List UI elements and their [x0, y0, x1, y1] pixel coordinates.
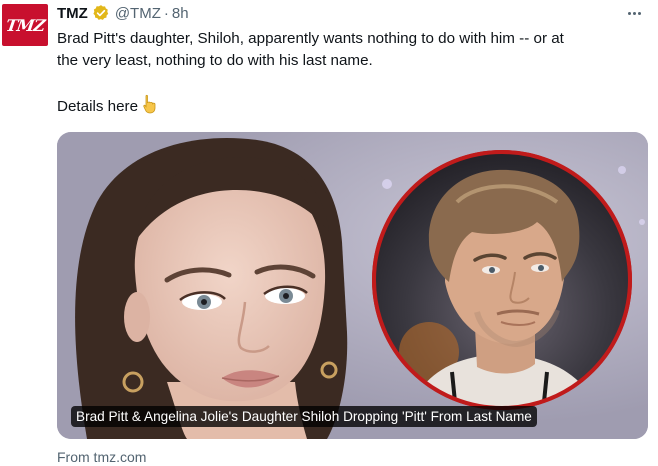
link-source[interactable]: From tmz.com: [57, 449, 146, 465]
tweet-text-line: the very least, nothing to do with his l…: [57, 52, 373, 69]
more-options-icon[interactable]: [622, 4, 646, 22]
tmz-logo: TMZ: [4, 15, 46, 35]
card-image: [57, 132, 648, 439]
handle[interactable]: @TMZ: [115, 5, 161, 22]
details-text: Details here: [57, 98, 139, 115]
verified-badge-icon: [92, 4, 110, 22]
dot: [632, 11, 636, 15]
separator-dot: ·: [163, 4, 169, 22]
dot: [627, 11, 631, 15]
display-name[interactable]: TMZ: [57, 5, 88, 22]
tweet-header: TMZ @TMZ · 8h: [57, 3, 189, 23]
details-line: Details here: [57, 94, 647, 121]
tweet-text: Brad Pitt's daughter, Shiloh, apparently…: [57, 28, 647, 121]
tweet: TMZ TMZ @TMZ · 8h Brad Pitt's daughter, …: [0, 0, 658, 466]
card-caption: Brad Pitt & Angelina Jolie's Daughter Sh…: [71, 406, 537, 427]
dot: [637, 11, 641, 15]
link-card[interactable]: Brad Pitt & Angelina Jolie's Daughter Sh…: [57, 132, 648, 439]
avatar[interactable]: TMZ: [2, 4, 48, 46]
pointing-down-hand-icon: [142, 94, 160, 121]
tweet-text-line: Brad Pitt's daughter, Shiloh, apparently…: [57, 30, 564, 47]
timestamp[interactable]: 8h: [172, 5, 189, 22]
